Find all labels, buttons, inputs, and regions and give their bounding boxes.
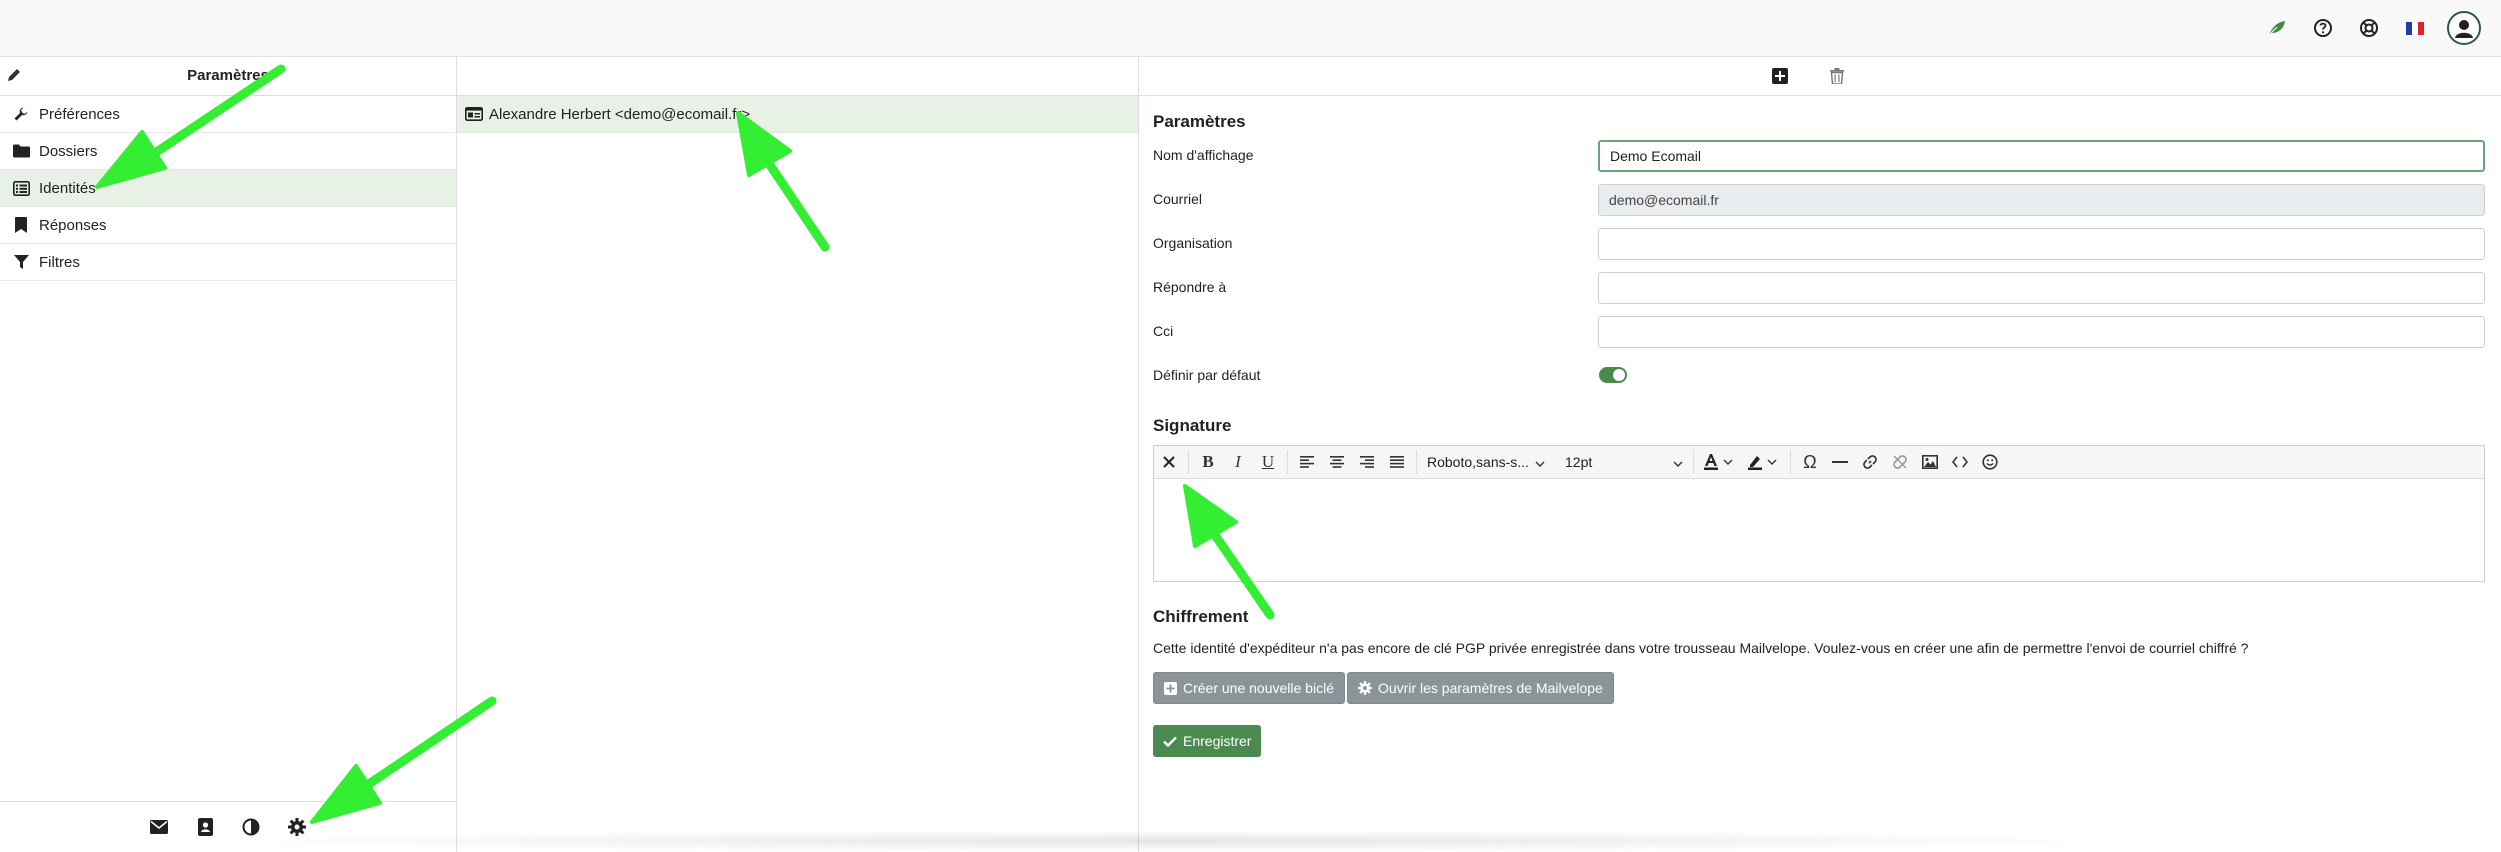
display-name-input[interactable]	[1598, 140, 2485, 172]
organization-label: Organisation	[1153, 235, 1233, 251]
create-key-button[interactable]: Créer une nouvelle biclé	[1153, 672, 1345, 704]
sidebar-item-label: Filtres	[39, 253, 80, 271]
identities-list-pane: Alexandre Herbert <demo@ecomail.fr>	[457, 57, 1139, 852]
special-character-icon[interactable]: Ω	[1797, 450, 1823, 474]
wrench-icon	[12, 105, 30, 123]
email-input[interactable]	[1598, 184, 2485, 216]
settings-sidebar: Paramètres Préférences Dossiers Identité…	[0, 57, 457, 852]
sidebar-item-label: Dossiers	[39, 142, 98, 160]
help-icon[interactable]	[2309, 10, 2337, 46]
french-flag-icon[interactable]	[2401, 10, 2429, 46]
identity-label: Alexandre Herbert <demo@ecomail.fr>	[489, 105, 751, 123]
text-color-icon[interactable]	[1700, 450, 1740, 474]
list-header	[457, 57, 1138, 96]
remove-format-icon[interactable]	[1156, 450, 1182, 474]
add-icon[interactable]	[1770, 66, 1790, 86]
settings-section-title: Paramètres	[1153, 112, 1246, 131]
top-icons	[2263, 10, 2481, 46]
trash-icon[interactable]	[1827, 66, 1847, 86]
sidebar-header: Paramètres	[0, 57, 456, 96]
toolbar-separator	[1693, 450, 1694, 474]
reply-to-label: Répondre à	[1153, 279, 1227, 295]
editor-toolbar: B I U Roboto,sans-s... 12pt Ω	[1154, 446, 2484, 479]
font-size-select[interactable]: 12pt	[1559, 450, 1689, 474]
open-settings-label: Ouvrir les paramètres de Mailvelope	[1378, 680, 1603, 696]
font-size-value: 12pt	[1565, 454, 1593, 470]
highlight-color-icon[interactable]	[1744, 450, 1784, 474]
identity-form-pane: Paramètres Nom d'affichage Courriel Orga…	[1139, 57, 2501, 852]
underline-icon[interactable]: U	[1255, 450, 1281, 474]
identity-list-item[interactable]: Alexandre Herbert <demo@ecomail.fr>	[457, 96, 1138, 133]
align-justify-icon[interactable]	[1384, 450, 1410, 474]
display-name-label: Nom d'affichage	[1153, 147, 1254, 163]
leaf-icon[interactable]	[2263, 10, 2291, 46]
set-default-label: Définir par défaut	[1153, 367, 1261, 383]
sidebar-item-identities[interactable]: Identités	[0, 170, 456, 207]
top-bar	[0, 0, 2501, 57]
image-icon[interactable]	[1917, 450, 1943, 474]
font-family-value: Roboto,sans-s...	[1427, 454, 1529, 470]
sidebar-item-label: Réponses	[39, 216, 107, 234]
identity-card-icon	[465, 107, 483, 121]
align-left-icon[interactable]	[1294, 450, 1320, 474]
mail-icon[interactable]	[149, 817, 169, 837]
unlink-icon[interactable]	[1887, 450, 1913, 474]
save-label: Enregistrer	[1183, 733, 1252, 749]
plus-square-icon	[1164, 681, 1177, 695]
support-icon[interactable]	[2355, 10, 2383, 46]
chevron-down-icon	[1673, 454, 1683, 470]
horizontal-rule-icon[interactable]	[1827, 450, 1853, 474]
sidebar-item-filters[interactable]: Filtres	[0, 244, 456, 281]
font-family-select[interactable]: Roboto,sans-s...	[1421, 450, 1551, 474]
folder-icon	[12, 142, 30, 160]
italic-icon[interactable]: I	[1225, 450, 1251, 474]
bold-icon[interactable]: B	[1195, 450, 1221, 474]
toolbar-separator	[1416, 450, 1417, 474]
align-right-icon[interactable]	[1354, 450, 1380, 474]
gear-icon	[1358, 681, 1372, 695]
bcc-label: Cci	[1153, 323, 1174, 339]
chevron-down-icon	[1535, 454, 1545, 470]
toolbar-separator	[1188, 450, 1189, 474]
bookmark-icon	[12, 216, 30, 234]
signature-editor: B I U Roboto,sans-s... 12pt Ω	[1153, 445, 2485, 582]
open-mailvelope-settings-button[interactable]: Ouvrir les paramètres de Mailvelope	[1347, 672, 1614, 704]
toolbar-separator	[1790, 450, 1791, 474]
sidebar-title: Paramètres	[187, 67, 269, 84]
organization-input[interactable]	[1598, 228, 2485, 260]
signature-editor-body[interactable]	[1154, 479, 2484, 582]
signature-section-title: Signature	[1153, 416, 1232, 435]
filter-icon	[12, 253, 30, 271]
sidebar-item-label: Identités	[39, 179, 96, 197]
encryption-info-text: Cette identité d'expéditeur n'a pas enco…	[1153, 640, 2249, 656]
align-center-icon[interactable]	[1324, 450, 1350, 474]
emoji-icon[interactable]	[1977, 450, 2003, 474]
sidebar-item-folders[interactable]: Dossiers	[0, 133, 456, 170]
user-avatar-icon[interactable]	[2447, 11, 2481, 45]
sidebar-item-label: Préférences	[39, 105, 120, 123]
source-code-icon[interactable]	[1947, 450, 1973, 474]
identity-list-icon	[12, 179, 30, 197]
email-label: Courriel	[1153, 191, 1203, 207]
check-icon	[1163, 736, 1177, 747]
reply-to-input[interactable]	[1598, 272, 2485, 304]
create-key-label: Créer une nouvelle biclé	[1183, 680, 1334, 696]
form-toolbar	[1139, 57, 2501, 96]
encryption-section-title: Chiffrement	[1153, 607, 1249, 626]
toolbar-separator	[1287, 450, 1288, 474]
set-default-toggle[interactable]	[1599, 367, 1627, 383]
link-icon[interactable]	[1857, 450, 1883, 474]
sidebar-item-preferences[interactable]: Préférences	[0, 96, 456, 133]
bcc-input[interactable]	[1598, 316, 2485, 348]
save-button[interactable]: Enregistrer	[1153, 725, 1262, 757]
bottom-shadow	[200, 830, 2150, 852]
sidebar-item-responses[interactable]: Réponses	[0, 207, 456, 244]
